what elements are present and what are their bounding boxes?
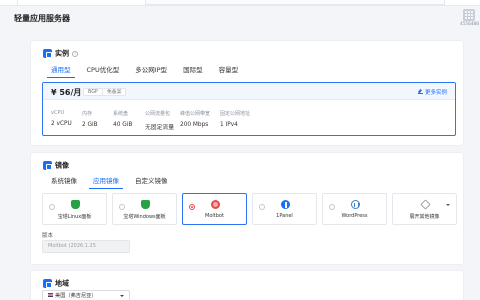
spec-key: 峰值公网带宽	[180, 111, 211, 117]
image-radio[interactable]	[119, 204, 125, 210]
bt-shield-icon	[71, 200, 80, 209]
plan-price: ¥ 56/月	[51, 88, 82, 97]
image-card-name: 宝塔Windows面板	[123, 214, 166, 220]
page-title: 轻量应用服务器	[14, 14, 70, 23]
spec-ip: 固定公网地址 1 IPv4	[220, 110, 250, 128]
tag-no-filing: 免备案	[102, 88, 127, 96]
region-select-value: 美国（弗吉尼亚）	[55, 293, 97, 299]
image-card-bt-linux[interactable]: 宝塔Linux面板	[42, 193, 107, 225]
tab-system-image[interactable]: 系统镜像	[43, 173, 85, 189]
tag-bgp: BGP	[83, 88, 103, 96]
image-card-name: Moltbot	[205, 213, 224, 219]
layers-icon	[420, 199, 431, 210]
tab-custom-image[interactable]: 自定义镜像	[127, 173, 176, 189]
image-section-icon	[43, 161, 52, 170]
spec-value: 1 IPv4	[220, 122, 238, 128]
instance-section-icon	[43, 49, 52, 58]
selected-plan-card[interactable]: ¥ 56/月 BGP 免备案 更多实例 vCPU 2 vCPU 内存 2 GiB…	[42, 82, 456, 136]
tab-cpu-optimized[interactable]: CPU优化型	[79, 62, 128, 78]
help-icon[interactable]: ?	[72, 50, 78, 57]
image-card-expand-more[interactable]: 展开其他镜像	[392, 193, 457, 225]
spec-key: vCPU	[51, 110, 65, 116]
moltbot-claw-icon	[211, 200, 220, 209]
spec-key: 公网流量包	[145, 111, 171, 117]
image-card-name: WordPress	[341, 213, 368, 219]
tab-capacity[interactable]: 容量型	[211, 62, 247, 78]
spec-bandwidth: 峰值公网带宽 200 Mbps	[180, 110, 210, 128]
tab-international[interactable]: 国际型	[175, 62, 211, 78]
spec-value: 40 GiB	[113, 122, 133, 128]
image-card-1panel[interactable]: 1Panel	[252, 193, 317, 225]
image-section-title: 镜像	[43, 161, 69, 171]
tab-multi-ip[interactable]: 多公网IP型	[127, 62, 175, 78]
spec-key: 固定公网地址	[220, 111, 251, 117]
tab-general[interactable]: 通用型	[43, 62, 79, 78]
spec-value: 2 vCPU	[51, 121, 72, 127]
image-card-name: 宝塔Linux面板	[57, 214, 92, 220]
1panel-icon	[281, 200, 290, 209]
instance-section-title: 实例?	[43, 49, 78, 59]
qr-widget-code: 4556400	[460, 22, 479, 27]
more-instances-link[interactable]: 更多实例	[417, 88, 447, 96]
image-card-wordpress[interactable]: WordPress	[322, 193, 387, 225]
image-section-label: 镜像	[55, 161, 69, 170]
version-select[interactable]: Moltbot (2026.1.25	[42, 240, 130, 253]
image-card-bt-windows[interactable]: 宝塔Windows面板	[112, 193, 177, 225]
spec-key: 系统盘	[113, 111, 129, 117]
spec-vcpu: vCPU 2 vCPU	[51, 110, 72, 127]
wordpress-icon	[351, 200, 360, 209]
us-flag-icon	[48, 293, 53, 297]
instance-type-tabs: 通用型 CPU优化型 多公网IP型 国际型 容量型	[43, 62, 246, 78]
region-section-label: 地域	[55, 279, 69, 288]
image-radio-selected[interactable]	[189, 204, 195, 210]
more-instances-label: 更多实例	[424, 90, 447, 96]
qr-code-icon	[463, 9, 475, 21]
spec-disk: 系统盘 40 GiB	[113, 110, 132, 128]
spec-key: 内存	[82, 111, 93, 117]
image-type-tabs: 系统镜像 应用镜像 自定义镜像	[43, 173, 176, 189]
spec-value: 无固定流量	[145, 125, 174, 131]
region-section-icon	[43, 279, 52, 288]
global-search-bar[interactable]	[145, 0, 445, 5]
plan-header: ¥ 56/月 BGP 免备案 更多实例	[43, 83, 455, 100]
image-card-name: 1Panel	[276, 213, 293, 219]
top-nav-bar	[0, 0, 480, 6]
instance-section-label: 实例	[55, 49, 69, 58]
image-card-name: 展开其他镜像	[409, 214, 440, 220]
image-radio[interactable]	[49, 204, 55, 210]
chevron-down-icon	[446, 204, 450, 206]
bt-shield-icon	[141, 200, 150, 209]
nav-logo-area[interactable]	[0, 0, 18, 5]
tab-app-image[interactable]: 应用镜像	[85, 173, 127, 189]
region-select[interactable]: 美国（弗吉尼亚）	[42, 290, 130, 300]
edit-icon	[417, 89, 423, 94]
image-radio[interactable]	[329, 204, 335, 210]
floating-qr-widget[interactable]: 4556400	[460, 9, 479, 27]
image-radio[interactable]	[259, 204, 265, 210]
spec-memory: 内存 2 GiB	[82, 110, 98, 128]
version-label: 版本	[42, 233, 54, 239]
image-card-moltbot[interactable]: Moltbot	[182, 193, 247, 225]
spec-value: 2 GiB	[82, 122, 98, 128]
chevron-down-icon	[120, 295, 124, 297]
spec-traffic: 公网流量包 无固定流量	[145, 110, 174, 131]
spec-value: 200 Mbps	[180, 122, 209, 128]
region-section-title: 地域	[43, 279, 69, 289]
